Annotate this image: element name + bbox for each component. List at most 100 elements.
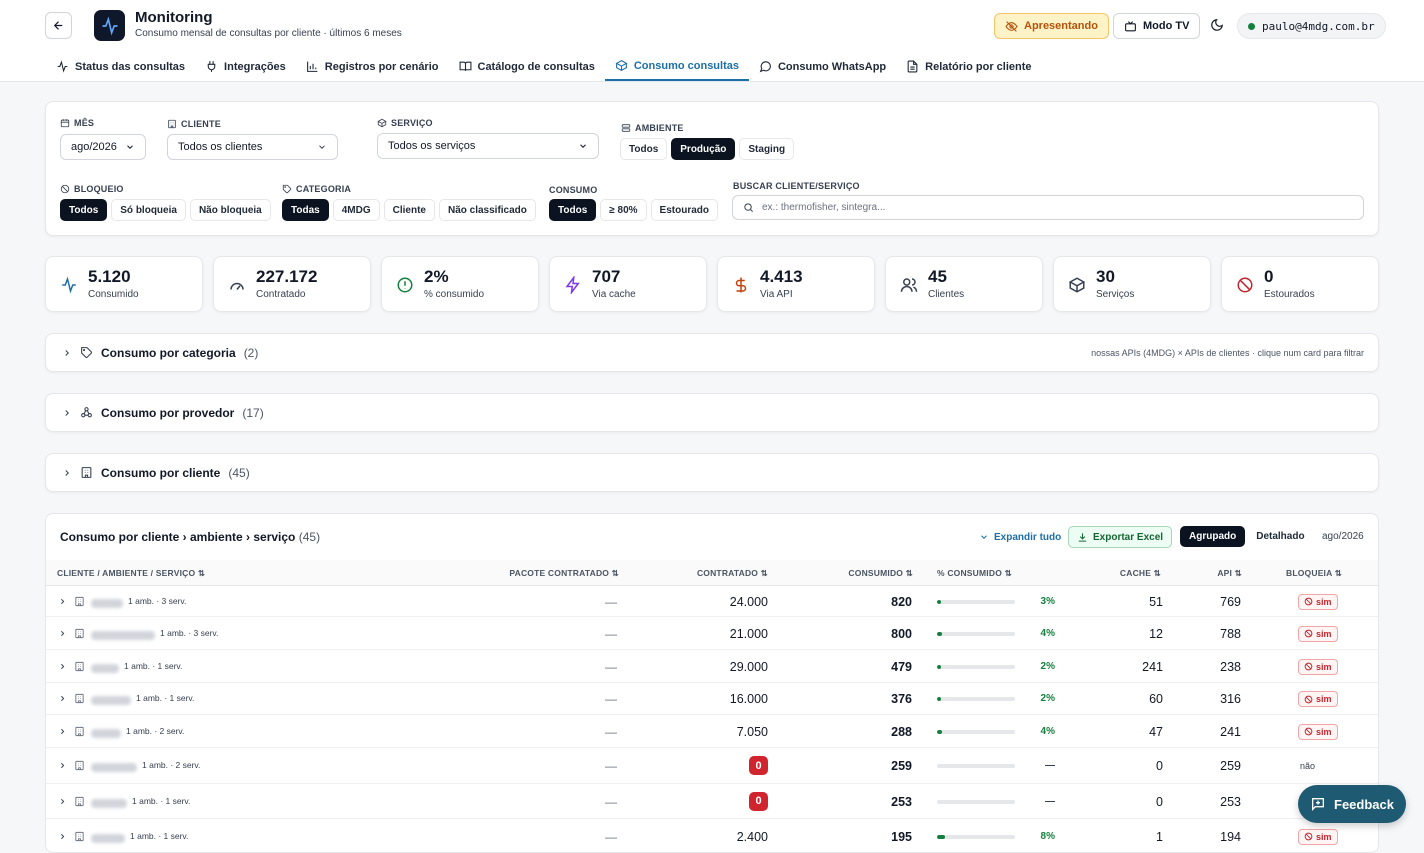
app-title: Monitoring: [135, 9, 213, 26]
service-label: Serviço: [377, 118, 433, 128]
tab-integrations[interactable]: Integrações: [195, 52, 296, 81]
table-row[interactable]: 1 amb. · 3 serv. — 21.000 800 4% 12 788 sim: [46, 617, 1378, 650]
chevron-down-icon: [981, 535, 987, 539]
feedback-button[interactable]: Feedback: [1298, 785, 1406, 823]
expand-all-button[interactable]: Expandir tudo: [979, 526, 1061, 548]
cache-value: 12: [1149, 626, 1163, 641]
section-by-category[interactable]: Consumo por categoria (2) nossas APIs (4…: [45, 333, 1379, 372]
expand-row-chevron-icon[interactable]: [58, 761, 67, 770]
blocks-value: não: [1300, 761, 1316, 771]
env-option-staging[interactable]: Staging: [739, 138, 795, 160]
ban-icon: [60, 184, 70, 194]
col-consumed[interactable]: CONSUMIDO ⇅: [848, 568, 913, 579]
tv-mode-button[interactable]: Modo TV: [1113, 13, 1201, 39]
package-value: —: [605, 759, 617, 773]
table-row[interactable]: 1 amb. · 1 serv. —2.400 195 8% 1 194 sim: [46, 819, 1378, 852]
section-by-provider[interactable]: Consumo por provedor (17): [45, 393, 1379, 432]
blocking-label-text: Bloqueio: [74, 184, 124, 194]
expand-row-chevron-icon[interactable]: [58, 694, 67, 703]
download-icon: [1078, 532, 1087, 542]
table-row[interactable]: 1 amb. · 1 serv. — 16.000 376 2% 60 316 sim: [46, 683, 1378, 715]
consumption-option-80[interactable]: ≥ 80%: [600, 199, 647, 221]
consumption-label: Consumo: [549, 185, 597, 195]
expand-row-chevron-icon[interactable]: [58, 727, 67, 736]
client-label: Cliente: [167, 119, 221, 129]
stat-label: Contratado: [256, 289, 306, 300]
col-client[interactable]: CLIENTE / AMBIENTE / SERVIÇO ⇅: [57, 568, 205, 579]
tab-client-report[interactable]: Relatório por cliente: [896, 52, 1041, 81]
blocks-badge: sim: [1298, 828, 1338, 845]
env-option-production[interactable]: Produção: [671, 138, 736, 160]
col-package[interactable]: PACOTE CONTRATADO ⇅: [509, 568, 619, 579]
stat-contracted: 227.172 Contratado: [213, 256, 371, 312]
expand-row-chevron-icon[interactable]: [58, 797, 67, 806]
section-count: (45): [228, 465, 250, 480]
table-row[interactable]: 1 amb. · 3 serv. — 24.000 820 3% 51 769 sim: [46, 586, 1378, 617]
view-grouped[interactable]: Agrupado: [1180, 526, 1246, 547]
service-select[interactable]: Todos os serviços: [377, 133, 599, 159]
col-contracted[interactable]: CONTRATADO ⇅: [697, 568, 768, 579]
category-option-all[interactable]: Todas: [282, 199, 329, 221]
expand-row-chevron-icon[interactable]: [58, 597, 67, 606]
app-logo: [94, 10, 125, 41]
consumption-option-exceeded[interactable]: Estourado: [650, 199, 718, 221]
col-api[interactable]: API ⇅: [1217, 568, 1242, 579]
category-option-unclassified[interactable]: Não classificado: [438, 199, 536, 221]
tab-records[interactable]: Registros por cenário: [296, 52, 449, 81]
table-row[interactable]: 1 amb. · 1 serv. — 0 253 — 0 253: [46, 784, 1378, 819]
building-icon: [168, 119, 176, 129]
table-period: ago/2026: [1322, 531, 1364, 542]
search-placeholder: ex.: thermofisher, sintegra...: [762, 202, 886, 213]
col-blocks[interactable]: BLOQUEIA ⇅: [1286, 568, 1342, 579]
table-row[interactable]: 1 amb. · 2 serv. — 7.050 288 4% 47 241 sim: [46, 715, 1378, 748]
percent-value: 4%: [1040, 627, 1055, 639]
tab-consumption[interactable]: Consumo consultas: [604, 52, 749, 81]
row-meta: 1 amb. · 3 serv.: [128, 595, 187, 606]
stat-value: 227.172: [256, 267, 318, 286]
consumed-value: 288: [891, 724, 912, 739]
environment-label: Ambiente: [621, 123, 684, 133]
box-icon: [1068, 277, 1086, 293]
blocking-option-no[interactable]: Não bloqueia: [189, 199, 271, 221]
category-option-client[interactable]: Cliente: [383, 199, 435, 221]
consumed-value: 376: [891, 692, 912, 706]
back-button[interactable]: [45, 12, 72, 39]
tv-icon: [1125, 20, 1136, 31]
row-meta: 1 amb. · 1 serv.: [136, 693, 195, 703]
export-excel-button[interactable]: Exportar Excel: [1068, 526, 1173, 548]
user-chip[interactable]: paulo@4mdg.com.br: [1237, 13, 1386, 39]
percent-value: 2%: [1040, 660, 1055, 672]
tab-whatsapp[interactable]: Consumo WhatsApp: [749, 52, 896, 81]
consumption-progress-bar: [937, 764, 1015, 768]
expand-row-chevron-icon[interactable]: [58, 662, 67, 671]
network-icon: [81, 407, 92, 418]
col-percent[interactable]: % CONSUMIDO ⇅: [937, 568, 1012, 579]
contracted-value: 21.000: [729, 626, 768, 641]
month-select[interactable]: ago/2026: [60, 134, 146, 160]
blocking-option-only[interactable]: Só bloqueia: [111, 199, 186, 221]
percent-value: 2%: [1040, 693, 1055, 704]
tab-status[interactable]: Status das consultas: [46, 52, 195, 81]
client-select[interactable]: Todos os clientes: [167, 134, 338, 160]
expand-row-chevron-icon[interactable]: [58, 629, 67, 638]
client-name-redacted: [91, 693, 131, 707]
blocking-label: Bloqueio: [60, 184, 124, 194]
category-option-4mdg[interactable]: 4MDG: [332, 199, 380, 221]
blocking-option-all[interactable]: Todos: [60, 199, 108, 221]
month-label-text: Mês: [74, 118, 95, 128]
theme-toggle[interactable]: [1206, 14, 1228, 36]
view-detailed[interactable]: Detalhado: [1247, 526, 1314, 547]
consumption-progress-bar: [937, 729, 1015, 734]
stat-exceeded: 0 Estourados: [1221, 256, 1379, 312]
expand-row-chevron-icon[interactable]: [58, 832, 67, 841]
tab-catalog[interactable]: Catálogo de consultas: [449, 52, 605, 81]
table-header: CLIENTE / AMBIENTE / SERVIÇO ⇅ PACOTE CON…: [46, 560, 1378, 586]
env-option-all[interactable]: Todos: [620, 138, 668, 160]
table-row[interactable]: 1 amb. · 2 serv. — 0 259 — 0 259 não: [46, 748, 1378, 784]
section-by-client[interactable]: Consumo por cliente (45): [45, 453, 1379, 492]
table-row[interactable]: 1 amb. · 1 serv. — 29.000 479 2% 241 238 sim: [46, 650, 1378, 683]
search-input[interactable]: ex.: thermofisher, sintegra...: [732, 195, 1364, 220]
presenting-button[interactable]: Apresentando: [994, 13, 1109, 39]
col-cache[interactable]: CACHE ⇅: [1120, 568, 1161, 579]
consumption-option-all[interactable]: Todos: [549, 199, 597, 221]
